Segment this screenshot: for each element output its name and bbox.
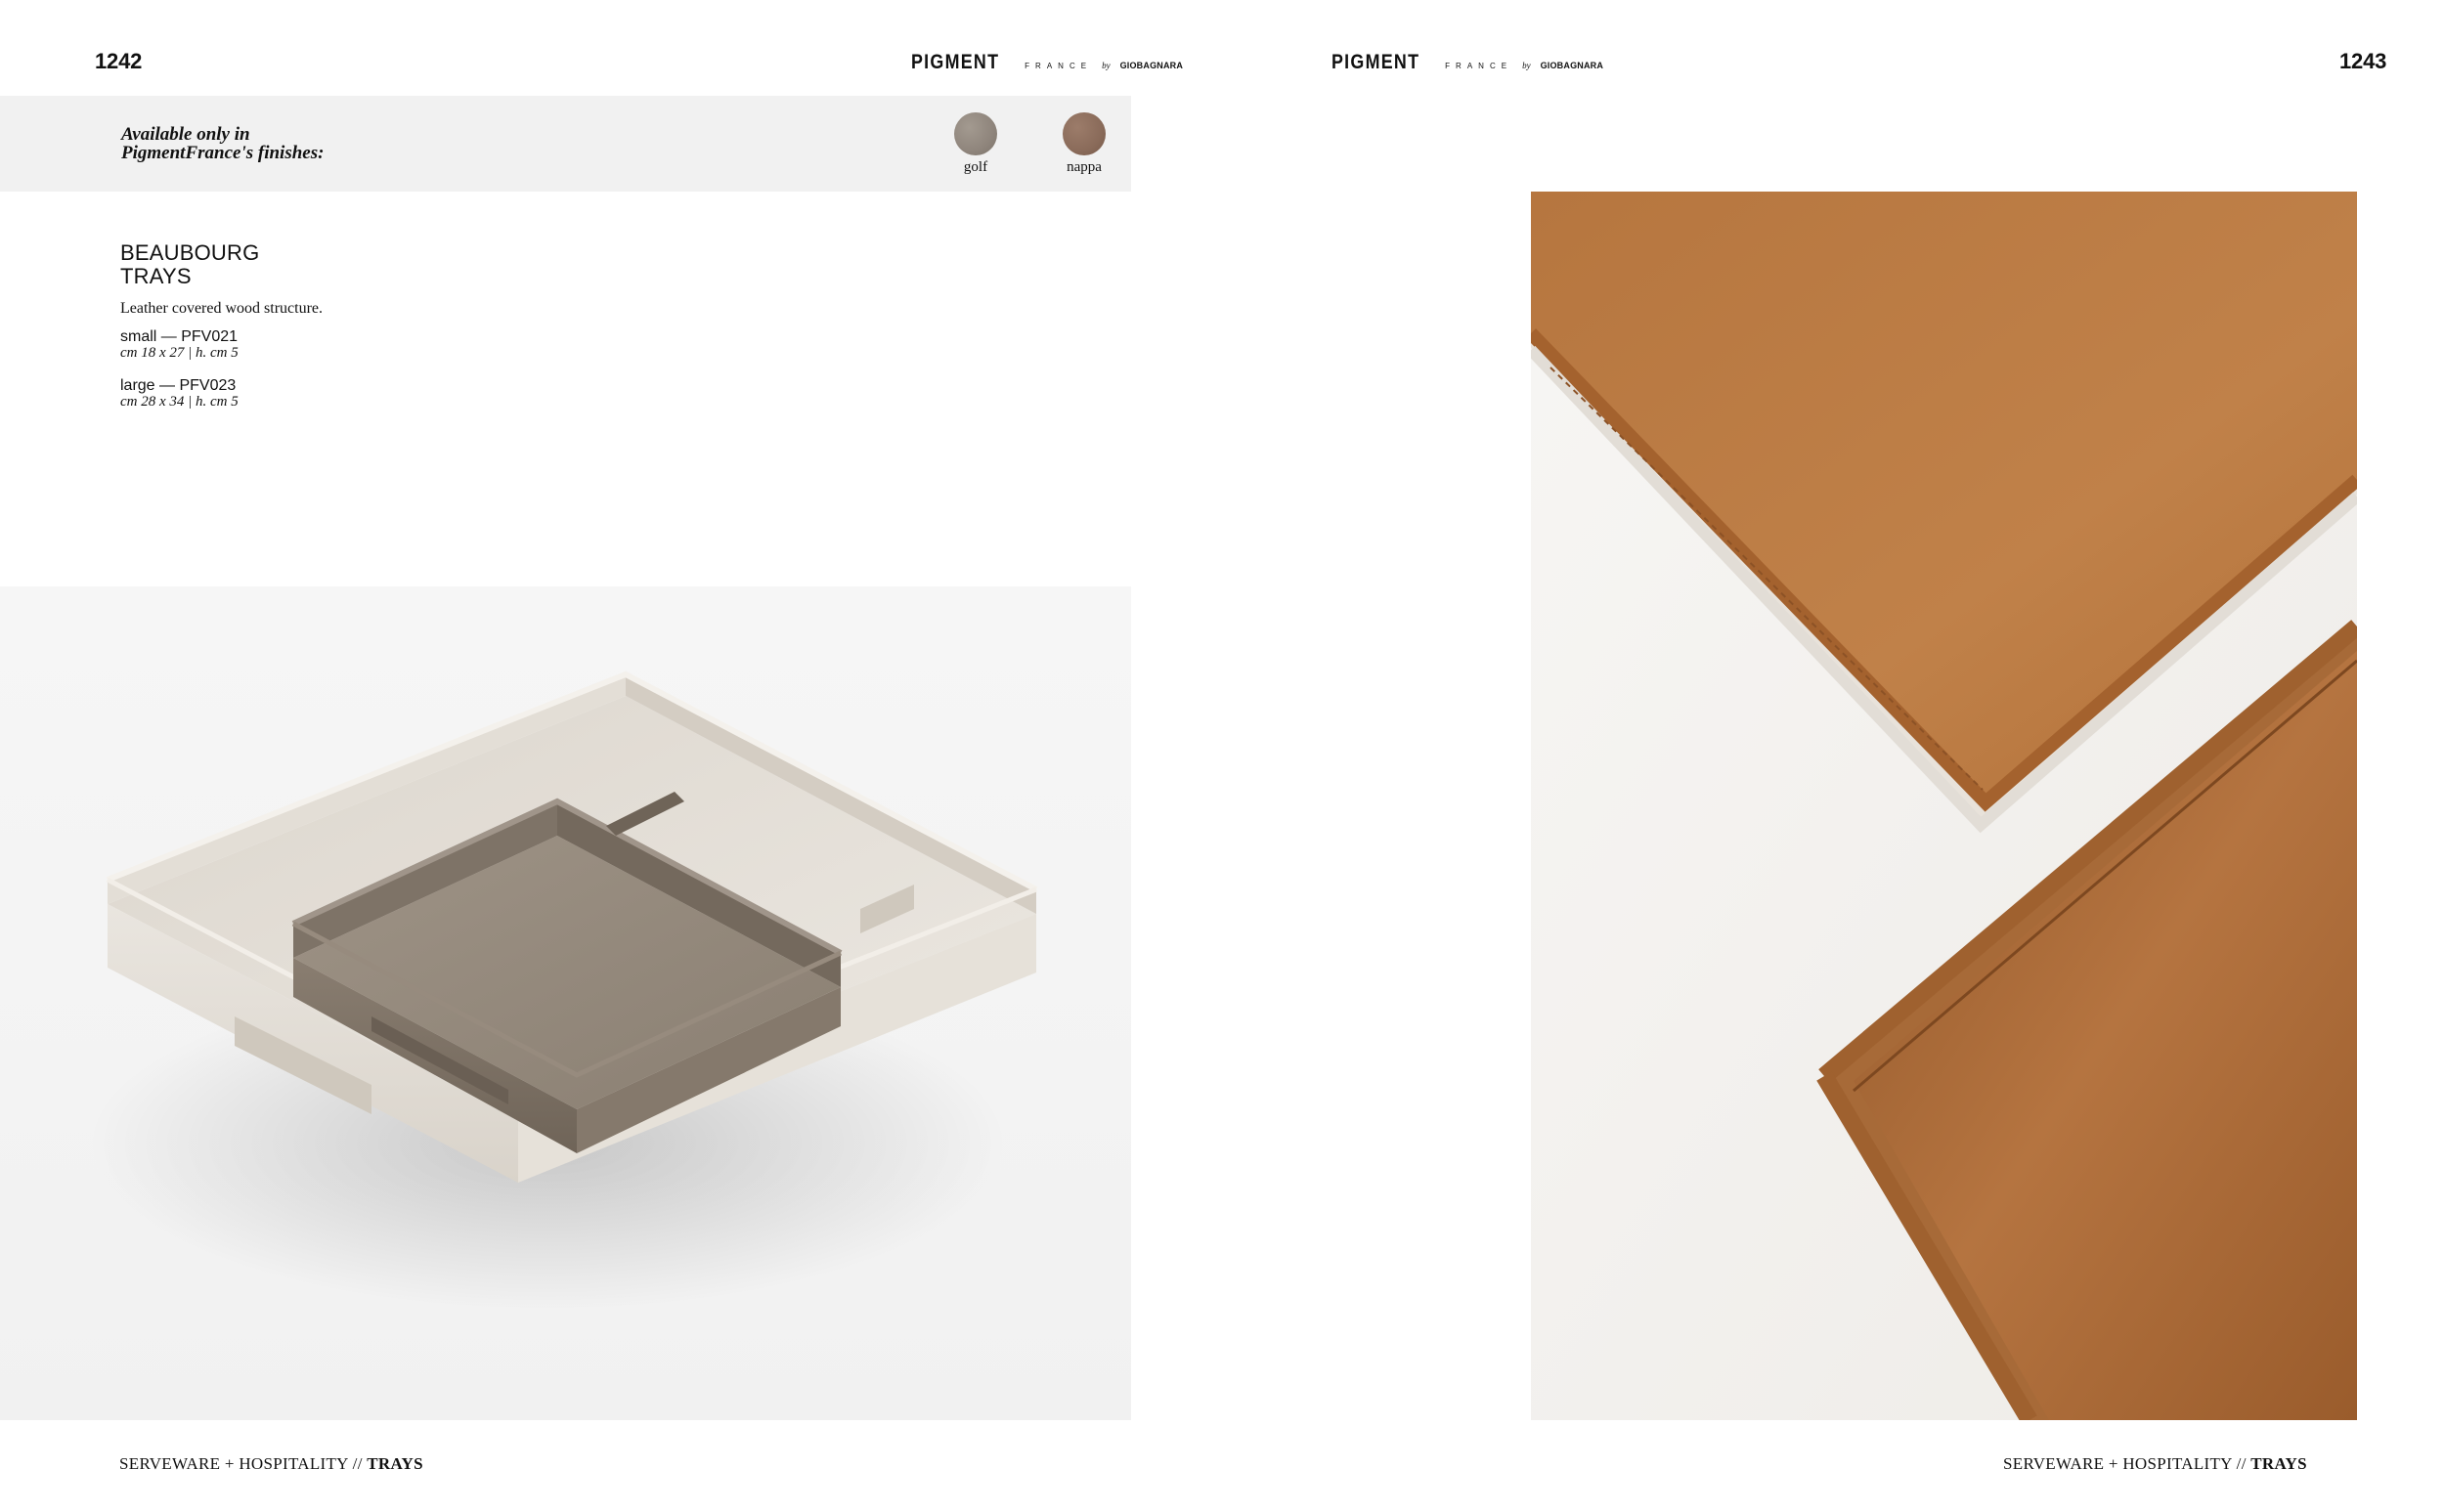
swatch-label: nappa bbox=[1067, 159, 1102, 175]
finish-swatch-golf: golf bbox=[927, 112, 1025, 176]
footer-right: SERVEWARE + HOSPITALITY // TRAYS bbox=[2003, 1454, 2307, 1474]
product-title: BEAUBOURG TRAYS bbox=[120, 241, 323, 288]
variant-name: small — PFV021 bbox=[120, 328, 239, 345]
product-description: Leather covered wood structure. bbox=[120, 300, 324, 317]
swatch-label: golf bbox=[963, 159, 988, 175]
brand-name: PIGMENT bbox=[911, 51, 1000, 73]
variant-small: small — PFV021 cm 18 x 27 | h. cm 5 bbox=[120, 328, 323, 362]
page-number-right: 1243 bbox=[2339, 49, 2387, 73]
brand-by: by bbox=[1522, 61, 1531, 70]
product-title-line1: BEAUBOURG bbox=[120, 240, 260, 265]
footer-section: SERVEWARE + HOSPITALITY // bbox=[2003, 1454, 2247, 1473]
finishes-title-line1: Available only in bbox=[121, 124, 250, 145]
finishes-title: Available only in PigmentFrance's finish… bbox=[121, 125, 324, 162]
finish-swatch-nappa: nappa bbox=[1035, 112, 1133, 176]
page-number-left: 1242 bbox=[95, 49, 143, 73]
variant-dimensions: cm 18 x 27 | h. cm 5 bbox=[120, 345, 239, 361]
finishes-title-line2: PigmentFrance's finishes: bbox=[121, 143, 325, 163]
tray-closeup-illustration bbox=[1531, 192, 2357, 1420]
footer-category: TRAYS bbox=[2250, 1454, 2307, 1473]
brand-logo-right: PIGMENT FRANCE by GIOBAGNARA bbox=[1331, 51, 1603, 74]
variant-dimensions: cm 28 x 34 | h. cm 5 bbox=[120, 394, 239, 410]
footer-section: SERVEWARE + HOSPITALITY // bbox=[119, 1454, 363, 1473]
variant-large: large — PFV023 cm 28 x 34 | h. cm 5 bbox=[120, 378, 323, 410]
brand-sub: FRANCE bbox=[1025, 62, 1093, 70]
brand-maker: GIOBAGNARA bbox=[1540, 61, 1604, 70]
product-info: BEAUBOURG TRAYS Leather covered wood str… bbox=[120, 241, 323, 410]
nappa-swatch-icon bbox=[1063, 112, 1106, 155]
product-title-line2: TRAYS bbox=[120, 264, 192, 288]
golf-swatch-icon bbox=[954, 112, 997, 155]
brand-by: by bbox=[1102, 61, 1111, 70]
brand-name: PIGMENT bbox=[1331, 51, 1420, 73]
footer-category: TRAYS bbox=[367, 1454, 423, 1473]
brand-maker: GIOBAGNARA bbox=[1119, 61, 1184, 70]
product-photo-tray-closeup bbox=[1531, 192, 2357, 1420]
product-photo-stacked-trays bbox=[0, 586, 1131, 1420]
footer-left: SERVEWARE + HOSPITALITY // TRAYS bbox=[119, 1454, 423, 1474]
variant-name: large — PFV023 bbox=[120, 377, 237, 394]
stacked-trays-illustration bbox=[88, 670, 1038, 1310]
brand-logo-left: PIGMENT FRANCE by GIOBAGNARA bbox=[911, 51, 1183, 74]
brand-sub: FRANCE bbox=[1445, 62, 1513, 70]
finishes-band: Available only in PigmentFrance's finish… bbox=[0, 96, 1131, 192]
